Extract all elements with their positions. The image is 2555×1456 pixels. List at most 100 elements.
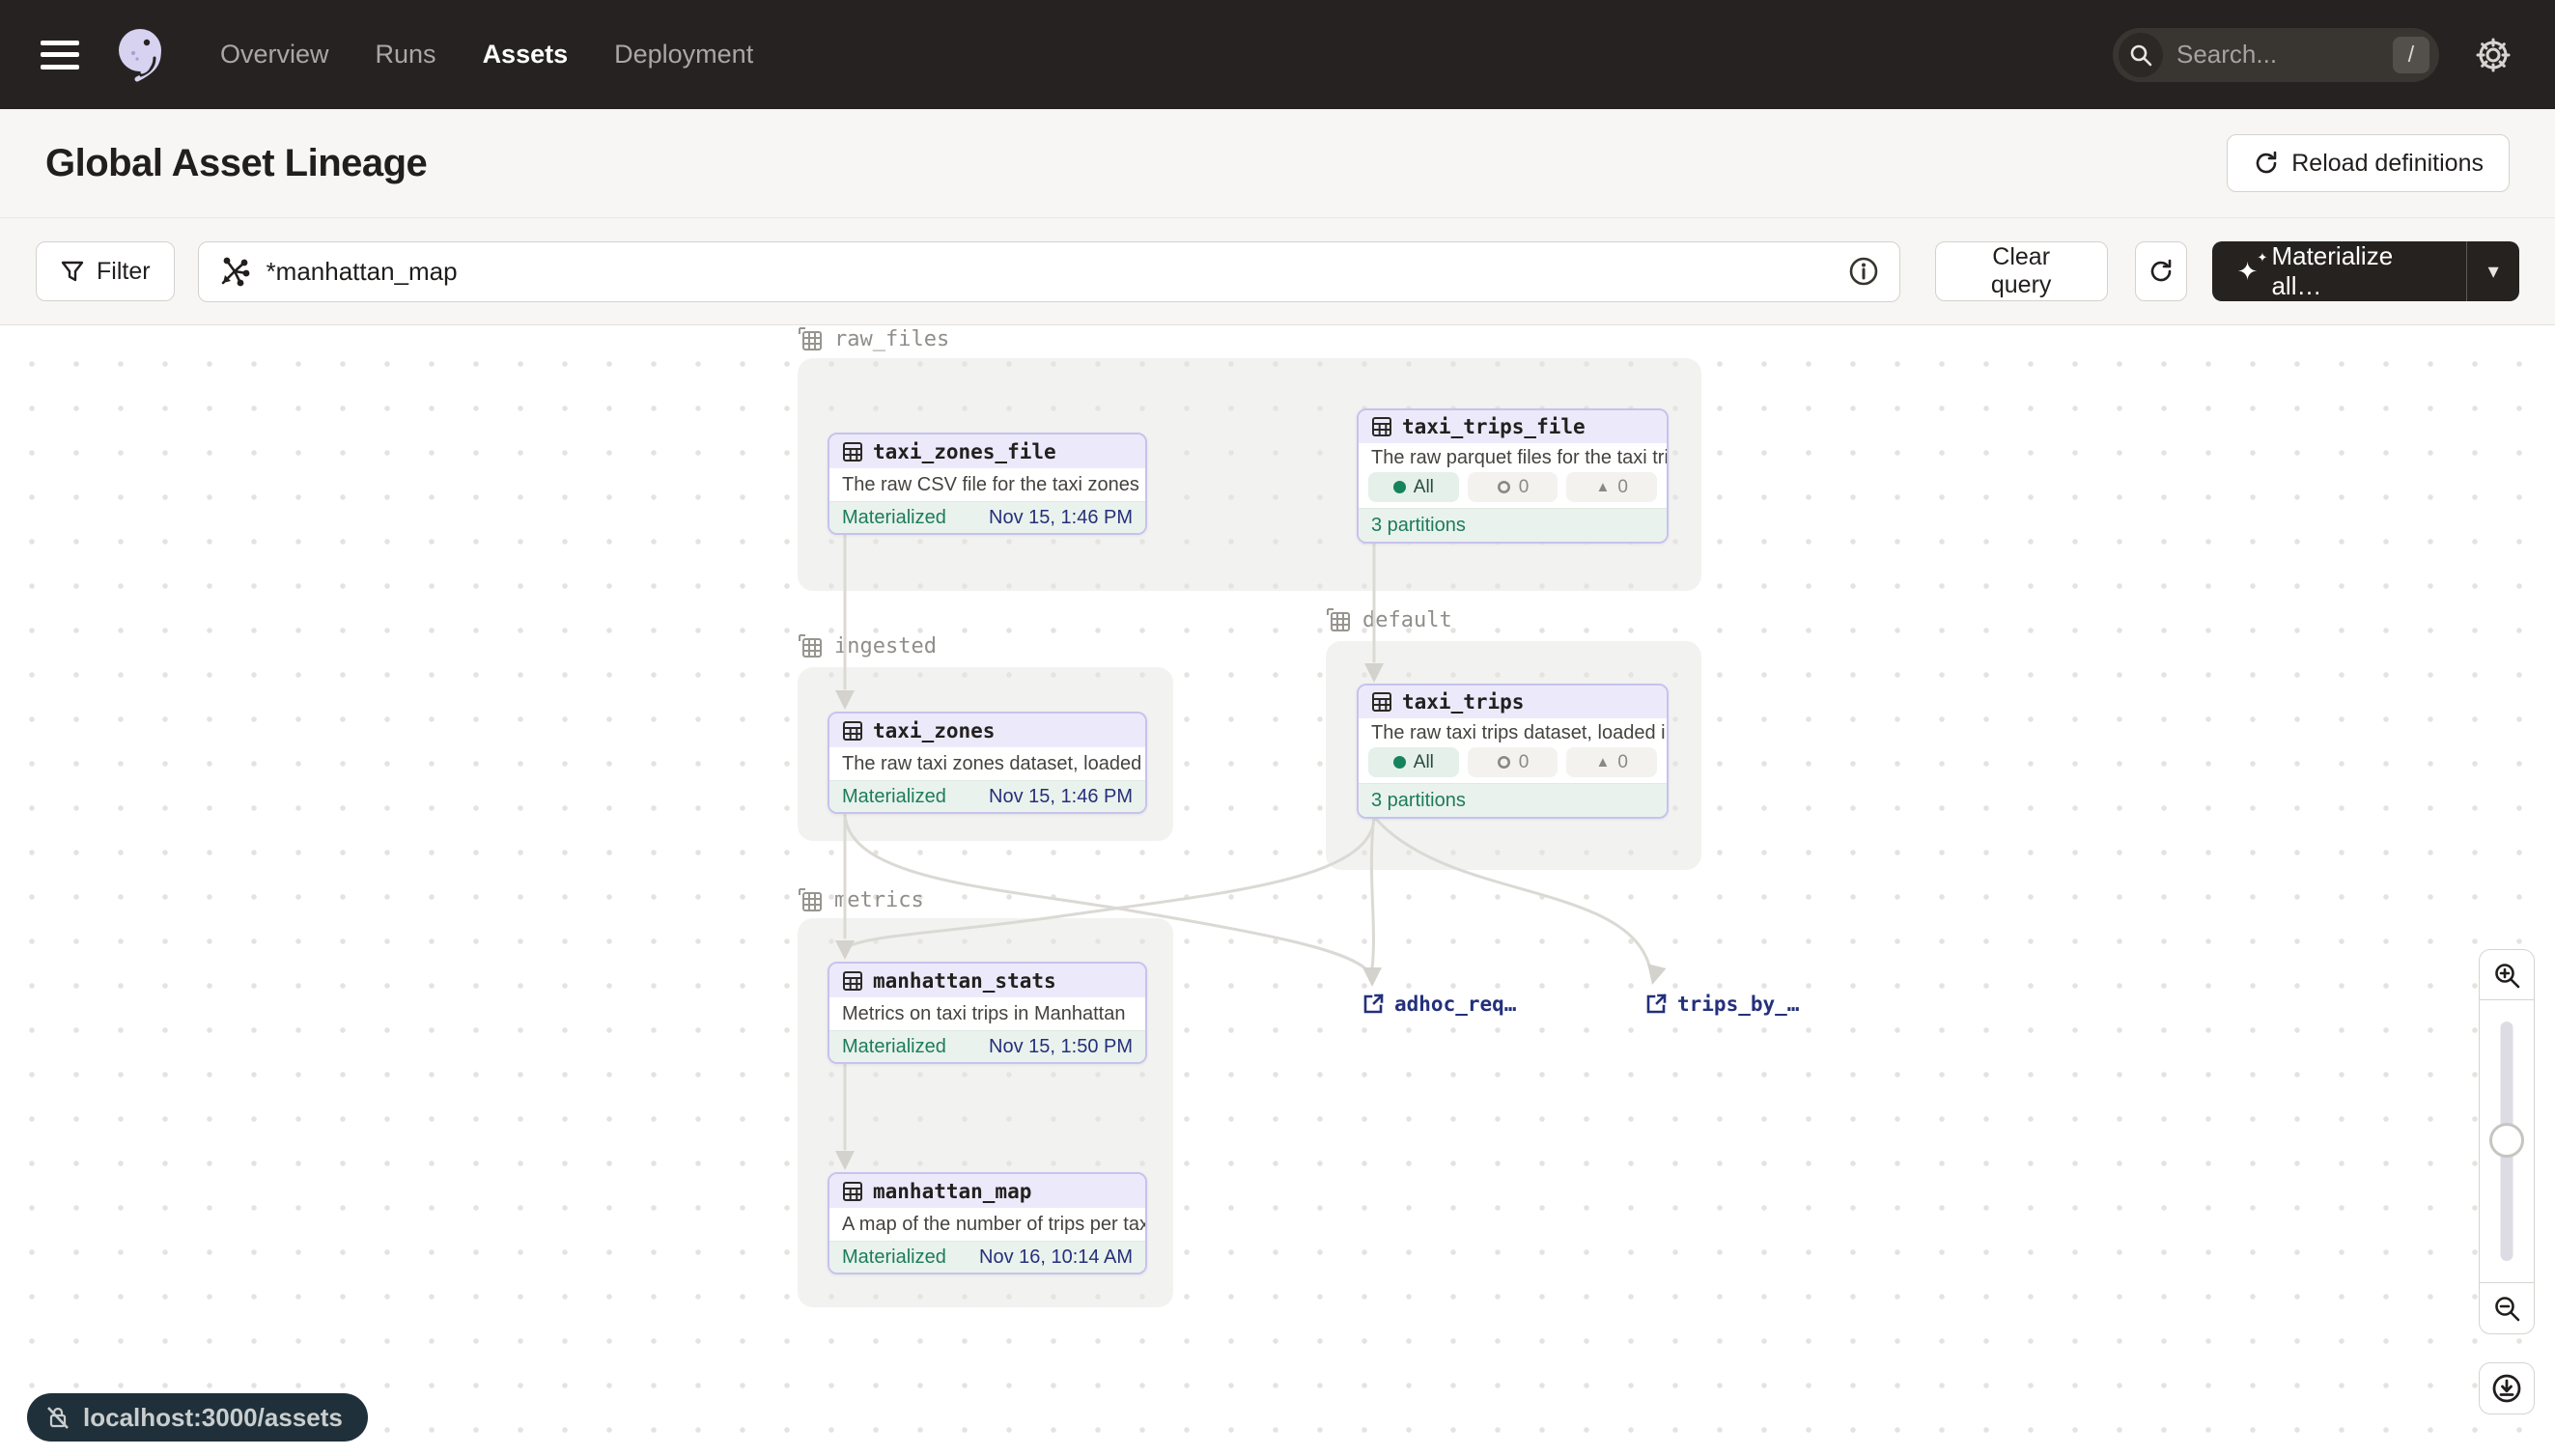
arrowhead — [1364, 663, 1384, 683]
nav-link-assets[interactable]: Assets — [483, 40, 569, 70]
table-icon — [842, 720, 863, 742]
edge-trips-to-trips-by — [1374, 817, 1649, 966]
table-icon — [842, 441, 863, 462]
external-asset-adhoc-request[interactable]: adhoc_req… — [1362, 993, 1516, 1016]
asset-node-manhattan-stats[interactable]: manhattan_stats Metrics on taxi trips in… — [828, 962, 1147, 1064]
asset-node-taxi-trips-file[interactable]: taxi_trips_file The raw parquet files fo… — [1357, 408, 1669, 544]
asset-name: taxi_trips_file — [1402, 415, 1586, 438]
query-input[interactable] — [267, 257, 1847, 287]
asset-name: manhattan_stats — [873, 969, 1056, 993]
asset-status-row: 3 partitions — [1359, 508, 1667, 542]
status-timestamp: Nov 15, 1:46 PM — [989, 507, 1133, 529]
zoom-out-button[interactable] — [2479, 1283, 2535, 1334]
asset-node-taxi-zones-file[interactable]: taxi_zones_file The raw CSV file for the… — [828, 433, 1147, 535]
arrowhead — [1642, 964, 1666, 987]
top-nav: Overview Runs Assets Deployment / — [0, 0, 2555, 109]
refresh-icon — [2148, 258, 2175, 285]
reload-definitions-button[interactable]: Reload definitions — [2227, 134, 2510, 192]
asset-node-taxi-trips[interactable]: taxi_trips The raw taxi trips dataset, l… — [1357, 684, 1669, 819]
table-icon — [1371, 416, 1392, 437]
partition-health-row: All 0 ▲0 — [1359, 747, 1667, 783]
lineage-canvas[interactable]: raw_files ingested default metrics — [0, 326, 2555, 1456]
asset-description: A map of the number of trips per taxi z.… — [829, 1208, 1145, 1241]
partitions-missing-pill[interactable]: ▲0 — [1566, 747, 1657, 777]
asset-selection-input[interactable] — [198, 241, 1900, 302]
info-icon[interactable] — [1847, 255, 1880, 288]
status-label: Materialized — [842, 507, 946, 529]
asset-status-row: Materialized Nov 16, 10:14 AM — [829, 1241, 1145, 1273]
settings-gear-icon[interactable] — [2472, 34, 2514, 76]
asset-status-row: Materialized Nov 15, 1:46 PM — [829, 501, 1145, 533]
asset-description: The raw taxi zones dataset, loaded int..… — [829, 747, 1145, 780]
nav-link-overview[interactable]: Overview — [220, 40, 329, 70]
external-asset-trips-by[interactable]: trips_by_… — [1644, 993, 1799, 1016]
nav-link-runs[interactable]: Runs — [376, 40, 436, 70]
pill-label: All — [1414, 477, 1434, 498]
asset-node-manhattan-map[interactable]: manhattan_map A map of the number of tri… — [828, 1172, 1147, 1274]
asset-status-row: 3 partitions — [1359, 783, 1667, 817]
asset-node-header: taxi_zones_file — [829, 434, 1145, 468]
status-label: Materialized — [842, 1246, 946, 1269]
refresh-graph-button[interactable] — [2135, 241, 2187, 301]
dagster-logo-icon[interactable] — [110, 23, 174, 87]
search-input[interactable] — [2176, 40, 2393, 70]
triangle-icon: ▲ — [1595, 479, 1610, 495]
zoom-slider[interactable] — [2479, 1000, 2535, 1283]
global-search[interactable]: / — [2113, 28, 2439, 82]
partitions-all-pill[interactable]: All — [1368, 747, 1459, 777]
nav-link-deployment[interactable]: Deployment — [614, 40, 753, 70]
materialize-all-split-button: ✦✦ Materialize all… ▾ — [2212, 241, 2519, 301]
clear-query-label: Clear query — [1961, 243, 2082, 299]
arrowhead — [1362, 967, 1382, 987]
status-timestamp: Nov 16, 10:14 AM — [979, 1246, 1133, 1269]
asset-name: manhattan_map — [873, 1180, 1031, 1203]
clear-query-button[interactable]: Clear query — [1935, 241, 2108, 301]
filter-button[interactable]: Filter — [36, 241, 175, 301]
asset-node-header: manhattan_stats — [829, 964, 1145, 997]
table-icon — [1371, 691, 1392, 713]
asset-name: taxi_zones_file — [873, 440, 1056, 463]
partitions-failed-pill[interactable]: 0 — [1468, 747, 1558, 777]
status-url-text: localhost:3000/assets — [83, 1403, 343, 1433]
partitions-count-label: 3 partitions — [1371, 790, 1466, 812]
page-title: Global Asset Lineage — [45, 142, 427, 185]
zoom-out-icon — [2492, 1294, 2521, 1323]
zoom-slider-thumb[interactable] — [2489, 1123, 2524, 1158]
menu-icon[interactable] — [41, 41, 79, 70]
partitions-all-pill[interactable]: All — [1368, 472, 1459, 502]
asset-node-taxi-zones[interactable]: taxi_zones The raw taxi zones dataset, l… — [828, 712, 1147, 814]
status-label: Materialized — [842, 1036, 946, 1058]
nav-links: Overview Runs Assets Deployment — [220, 40, 753, 70]
edge-zones-to-adhoc — [845, 812, 1368, 971]
pill-label: All — [1414, 752, 1434, 773]
success-dot-icon — [1393, 481, 1406, 493]
table-icon — [842, 970, 863, 992]
page-header: Global Asset Lineage Reload definitions — [0, 109, 2555, 218]
asset-description: The raw parquet files for the taxi trips… — [1359, 443, 1667, 472]
ring-icon — [1497, 755, 1511, 770]
status-url-pill: localhost:3000/assets — [27, 1393, 368, 1442]
zoom-in-button[interactable] — [2479, 949, 2535, 1000]
status-timestamp: Nov 15, 1:50 PM — [989, 1036, 1133, 1058]
partitions-missing-pill[interactable]: ▲0 — [1566, 472, 1657, 502]
asset-description: The raw CSV file for the taxi zones dat.… — [829, 468, 1145, 501]
asset-name: taxi_zones — [873, 719, 995, 742]
funnel-icon — [60, 259, 85, 284]
download-image-button[interactable] — [2479, 1362, 2535, 1414]
pill-label: 0 — [1617, 752, 1628, 773]
partitions-failed-pill[interactable]: 0 — [1468, 472, 1558, 502]
asset-description: Metrics on taxi trips in Manhattan — [829, 997, 1145, 1030]
arrowhead — [835, 690, 855, 710]
zoom-controls — [2479, 949, 2535, 1414]
status-timestamp: Nov 15, 1:46 PM — [989, 786, 1133, 808]
materialize-all-button[interactable]: ✦✦ Materialize all… — [2212, 241, 2467, 301]
download-icon — [2490, 1372, 2523, 1405]
external-link-icon — [1644, 993, 1668, 1016]
status-label: Materialized — [842, 786, 946, 808]
search-icon — [2119, 33, 2163, 77]
pill-label: 0 — [1617, 477, 1628, 498]
asset-node-header: taxi_trips_file — [1359, 410, 1667, 443]
asset-name: taxi_trips — [1402, 690, 1524, 714]
external-asset-name: trips_by_… — [1677, 993, 1799, 1016]
materialize-options-caret[interactable]: ▾ — [2467, 241, 2519, 301]
